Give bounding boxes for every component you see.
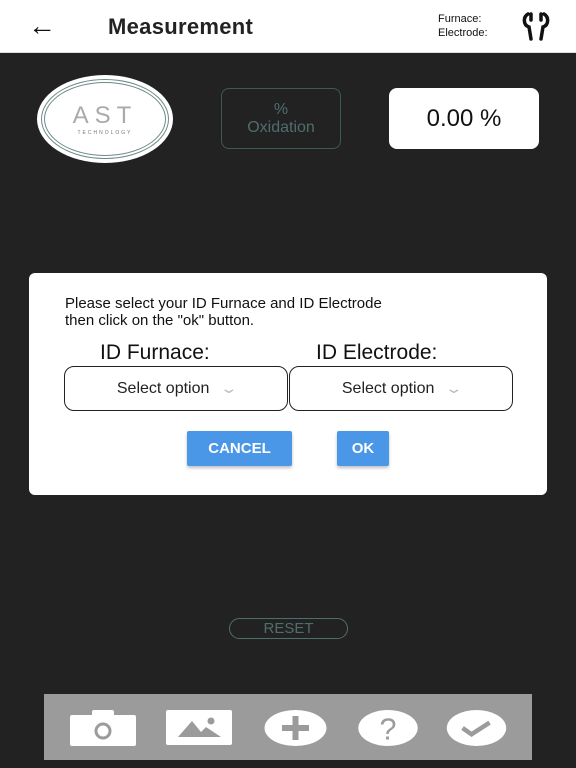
check-icon[interactable] — [443, 710, 510, 746]
ast-logo: AST TECHNOLOGY — [37, 75, 173, 163]
furnace-select[interactable]: Select option ⌄ — [64, 366, 288, 411]
plus-icon[interactable] — [264, 710, 327, 746]
page-title: Measurement — [108, 14, 254, 39]
wrench-icon[interactable] — [520, 11, 552, 41]
app-header: ← Measurement Furnace: Electrode: — [0, 0, 576, 53]
camera-icon[interactable] — [70, 710, 136, 746]
svg-text:?: ? — [379, 713, 396, 746]
reset-button[interactable]: RESET — [229, 618, 348, 639]
image-icon[interactable] — [166, 710, 232, 746]
furnace-id-label: ID Furnace: — [100, 341, 210, 364]
oxidation-label: % Oxidation — [221, 88, 341, 149]
help-icon[interactable]: ? — [354, 710, 422, 746]
selection-info: Furnace: Electrode: — [438, 12, 488, 40]
electrode-label: Electrode: — [438, 27, 488, 39]
electrode-id-label: ID Electrode: — [316, 341, 438, 364]
bottom-toolbar: ? — [44, 694, 532, 760]
dialog-message: Please select your ID Furnace and ID Ele… — [65, 295, 382, 329]
chevron-down-icon: ⌄ — [219, 380, 239, 396]
select-id-dialog: Please select your ID Furnace and ID Ele… — [29, 273, 547, 495]
chevron-down-icon: ⌄ — [444, 380, 464, 396]
cancel-button[interactable]: CANCEL — [187, 431, 292, 466]
ok-button[interactable]: OK — [337, 431, 389, 466]
furnace-label: Furnace: — [438, 13, 482, 25]
back-button[interactable]: ← — [28, 10, 56, 42]
electrode-select[interactable]: Select option ⌄ — [289, 366, 513, 411]
oxidation-value: 0.00 % — [389, 88, 539, 149]
